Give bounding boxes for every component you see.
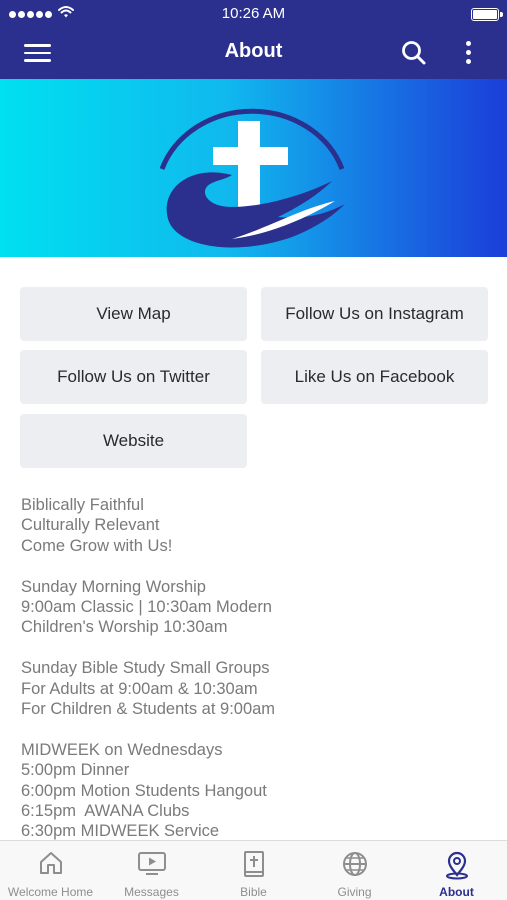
info-line: 9:00am Classic | 10:30am Modern xyxy=(21,598,272,617)
app-header: 10:26 AM About xyxy=(0,0,507,79)
facebook-button[interactable]: Like Us on Facebook xyxy=(261,350,488,404)
view-map-button[interactable]: View Map xyxy=(20,287,247,341)
info-line: Children's Worship 10:30am xyxy=(21,618,228,637)
church-logo-banner xyxy=(0,79,507,257)
tab-label: Giving xyxy=(337,885,372,899)
location-pin-icon xyxy=(445,851,468,880)
info-line: Culturally Relevant xyxy=(21,516,160,535)
info-line: Come Grow with Us! xyxy=(21,536,173,555)
website-button[interactable]: Website xyxy=(20,414,247,468)
instagram-button[interactable]: Follow Us on Instagram xyxy=(261,287,488,341)
info-line: For Children & Students at 9:00am xyxy=(21,700,276,719)
tab-messages[interactable]: Messages xyxy=(101,841,202,900)
info-line: For Adults at 9:00am & 10:30am xyxy=(21,679,258,698)
tab-bible[interactable]: Bible xyxy=(203,841,304,900)
church-logo xyxy=(159,108,345,248)
tab-welcome-home[interactable]: Welcome Home xyxy=(0,841,101,900)
tv-play-icon xyxy=(137,852,166,875)
bible-study-block: Sunday Bible Study Small Groups For Adul… xyxy=(21,658,491,719)
info-line: 6:15pm AWANA Clubs xyxy=(21,802,190,821)
tagline-block: Biblically Faithful Culturally Relevant … xyxy=(21,495,491,556)
battery-icon xyxy=(471,8,503,21)
home-icon xyxy=(39,852,62,874)
more-options-button[interactable] xyxy=(458,38,478,68)
page-title: About xyxy=(224,40,283,62)
info-line: Biblically Faithful xyxy=(21,496,144,514)
bottom-tab-bar: Welcome Home Messages Bible Giving About xyxy=(0,840,507,900)
info-line: 6:30pm MIDWEEK Service xyxy=(21,822,220,841)
about-info-text: Biblically Faithful Culturally Relevant … xyxy=(21,495,491,862)
tab-label: Bible xyxy=(240,885,267,899)
status-bar: 10:26 AM xyxy=(0,0,507,28)
info-line: Sunday Morning Worship xyxy=(21,577,206,596)
twitter-button[interactable]: Follow Us on Twitter xyxy=(20,350,247,404)
status-time: 10:26 AM xyxy=(221,5,286,22)
tab-label: Messages xyxy=(124,885,179,899)
tab-about[interactable]: About xyxy=(406,841,507,900)
bible-icon xyxy=(243,851,264,877)
globe-icon xyxy=(342,852,367,876)
nav-bar: About xyxy=(0,28,507,79)
search-button[interactable] xyxy=(401,40,427,66)
tab-label: Welcome Home xyxy=(7,885,94,899)
midweek-block: MIDWEEK on Wednesdays 5:00pm Dinner 6:00… xyxy=(21,740,491,842)
tab-giving[interactable]: Giving xyxy=(304,841,405,900)
tab-label: About xyxy=(439,885,474,899)
info-line: 5:00pm Dinner xyxy=(21,761,130,780)
sunday-worship-block: Sunday Morning Worship 9:00am Classic | … xyxy=(21,577,491,638)
info-line: 6:00pm Motion Students Hangout xyxy=(21,781,267,800)
info-line: Sunday Bible Study Small Groups xyxy=(21,659,270,678)
info-line: MIDWEEK on Wednesdays xyxy=(21,740,223,759)
